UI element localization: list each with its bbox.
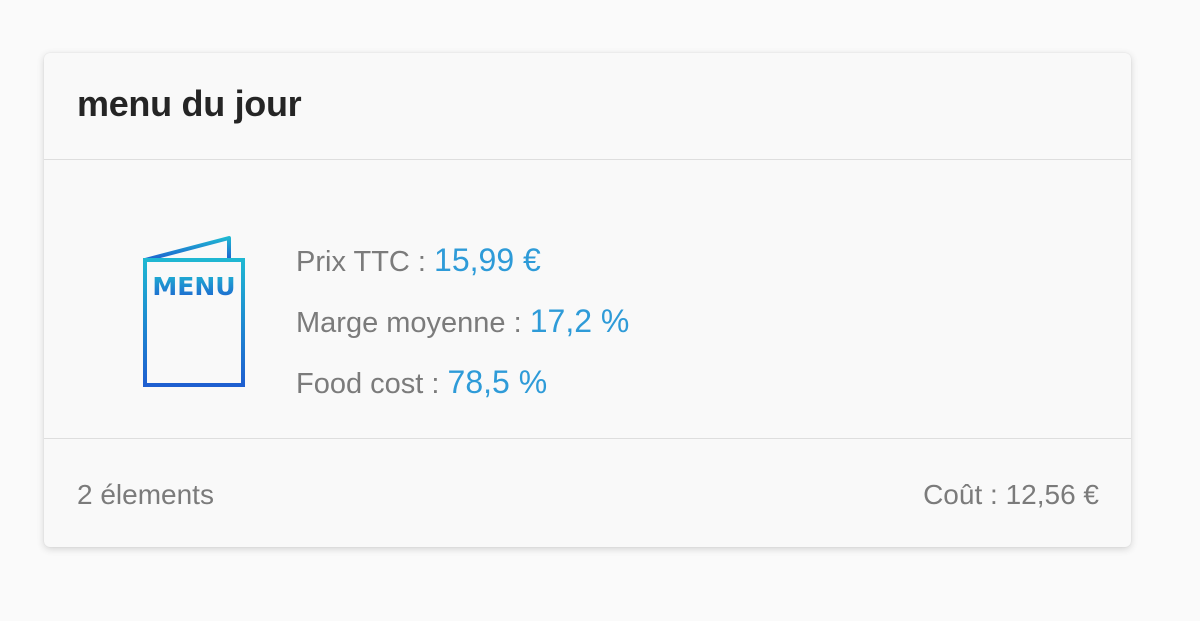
card-footer: 2 élements Coût : 12,56 € — [44, 439, 1131, 547]
stat-prix-ttc: Prix TTC : 15,99 € — [296, 240, 629, 301]
stat-label: Marge moyenne — [296, 307, 506, 339]
items-count: 2 élements — [77, 479, 214, 510]
cost-separator: : — [982, 479, 1006, 510]
menu-card-icon: MENU — [143, 236, 245, 387]
stat-separator: : — [505, 307, 530, 339]
stat-separator: : — [409, 246, 435, 278]
stat-value: 17,2 % — [529, 303, 630, 339]
stat-separator: : — [423, 368, 448, 400]
card-body: MENU Prix TTC : 15,99 € Marge moyenne : … — [44, 160, 1131, 439]
menu-icon-text: MENU — [152, 272, 235, 301]
cost-label: Coût — [923, 479, 983, 510]
stat-value: 78,5 % — [447, 364, 548, 400]
stat-value: 15,99 € — [434, 242, 541, 278]
stat-label: Food cost — [296, 368, 424, 400]
stat-label: Prix TTC — [296, 246, 410, 278]
stat-marge-moyenne: Marge moyenne : 17,2 % — [296, 301, 629, 362]
stats-list: Prix TTC : 15,99 € Marge moyenne : 17,2 … — [296, 240, 629, 423]
total-cost: Coût : 12,56 € — [923, 479, 1099, 511]
card-header: menu du jour — [44, 53, 1131, 160]
cost-value: 12,56 € — [1005, 479, 1099, 510]
stat-food-cost: Food cost : 78,5 % — [296, 362, 629, 423]
card-title: menu du jour — [77, 83, 302, 124]
menu-card[interactable]: menu du jour MENU Prix TTC : 15,99 € Mar… — [44, 53, 1131, 547]
